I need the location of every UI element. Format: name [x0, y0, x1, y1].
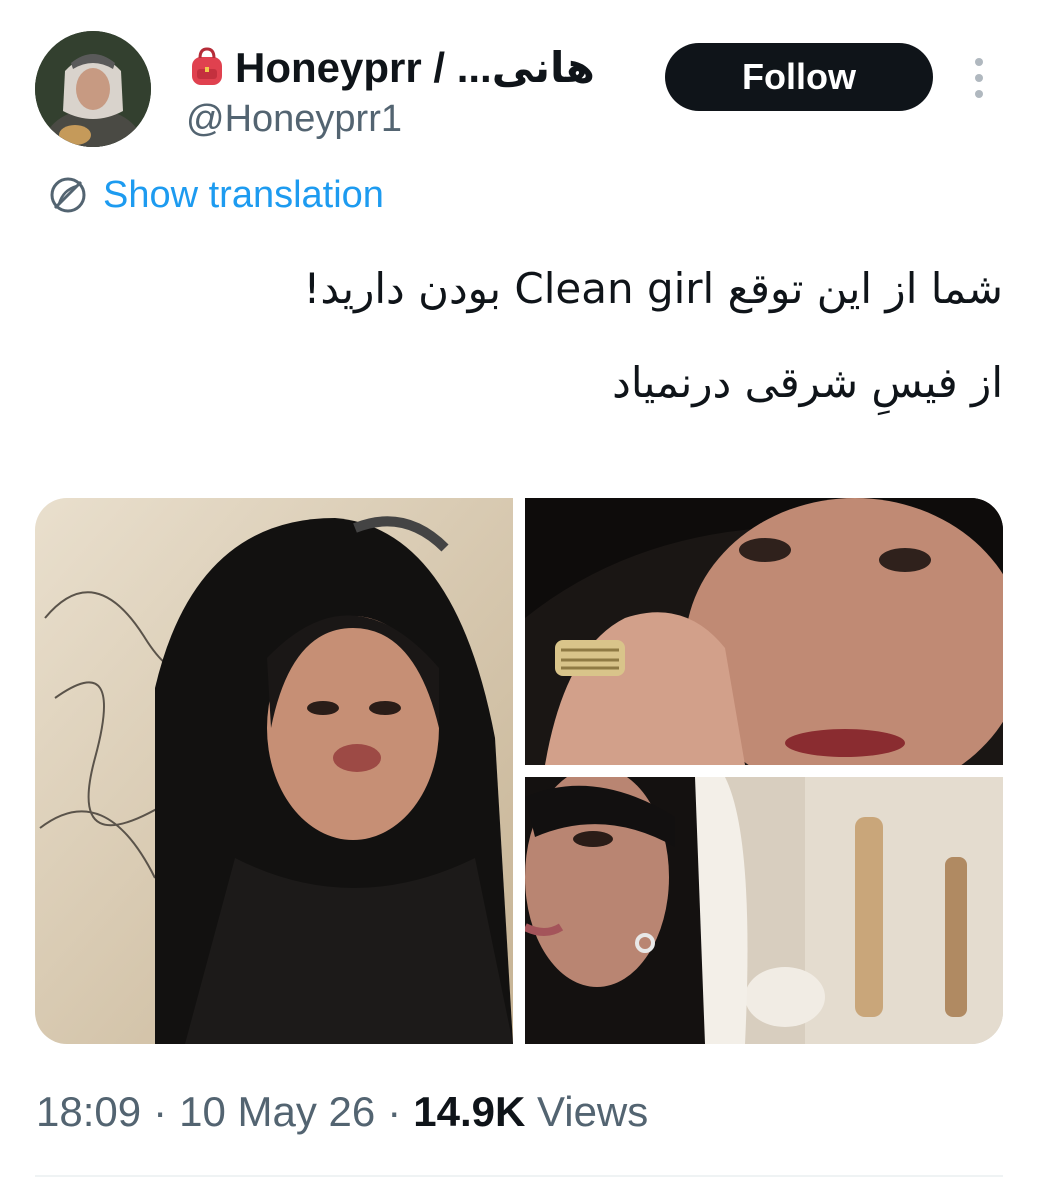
author-avatar[interactable]: [35, 31, 151, 147]
more-options-icon[interactable]: [968, 58, 990, 98]
tweet-time[interactable]: 18:09: [36, 1088, 141, 1136]
meta-separator: ·: [387, 1088, 402, 1135]
views-label: Views: [536, 1088, 649, 1135]
tweet-text-line: شما از این توقع Clean girl بودن دارید!: [303, 264, 1003, 313]
photo-ring-closeup[interactable]: [525, 498, 1003, 765]
tweet-text-line: از فیسِ شرقی درنمیاد: [612, 358, 1003, 407]
tweet-text: شما از این توقع Clean girl بودن دارید! ا…: [43, 262, 1003, 450]
photo-earring-profile[interactable]: [525, 777, 1003, 1044]
follow-button[interactable]: Follow: [665, 43, 933, 111]
ring-closeup-photo: [525, 498, 1003, 765]
tweet-meta: 18:09 · 10 May 26 · 14.9K Views: [36, 1088, 648, 1136]
earring-profile-photo: [525, 777, 1003, 1044]
avatar-image: [35, 31, 151, 147]
portrait-veil-photo: [35, 498, 513, 1044]
divider: [35, 1175, 1003, 1177]
author-display-name: Honeyprr / ...هانی: [235, 43, 595, 91]
photo-portrait-veil[interactable]: [35, 498, 513, 1044]
author-handle[interactable]: @Honeyprr1: [186, 98, 402, 141]
backpack-icon: [192, 47, 222, 85]
media-grid: [35, 498, 1003, 1044]
author-name-row[interactable]: Honeyprr / ...هانی: [185, 42, 595, 92]
meta-separator: ·: [153, 1088, 168, 1135]
show-translation-label: Show translation: [103, 173, 384, 216]
translate-globe-icon: [50, 177, 86, 213]
views-count: 14.9K: [413, 1088, 526, 1135]
tweet-date[interactable]: 10 May 26: [179, 1088, 375, 1136]
tweet-card: Honeyprr / ...هانی @Honeyprr1 Follow Sho…: [0, 0, 1037, 1200]
show-translation-link[interactable]: Show translation: [45, 172, 384, 218]
